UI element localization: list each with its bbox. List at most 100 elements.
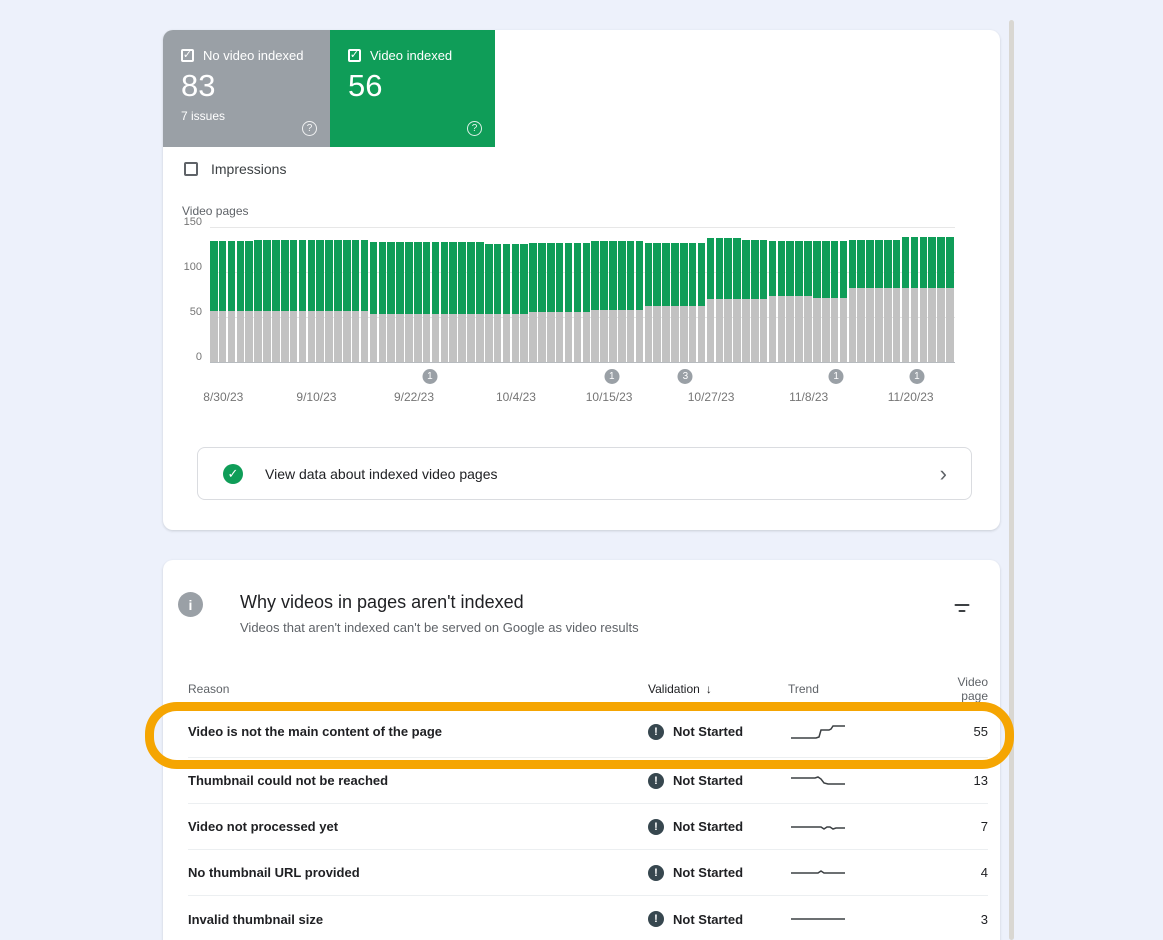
column-header-video-pages[interactable]: Video page [951, 675, 988, 703]
stacked-bar [645, 243, 653, 362]
stacked-bar [405, 242, 413, 362]
scrollbar-thumb[interactable] [1009, 20, 1014, 940]
stacked-bar [458, 242, 466, 362]
stacked-bar [902, 237, 910, 362]
stacked-bar [503, 244, 511, 362]
y-axis-tick-label: 50 [164, 306, 202, 318]
table-row[interactable]: No thumbnail URL provided ! Not Started … [188, 850, 988, 896]
column-header-trend[interactable]: Trend [788, 682, 951, 696]
stacked-bar [813, 241, 821, 362]
stacked-bar [795, 241, 803, 362]
chart-event-badge[interactable]: 1 [829, 369, 844, 384]
stacked-bar [680, 243, 688, 362]
view-data-button[interactable]: ✓ View data about indexed video pages › [197, 447, 972, 500]
stacked-bar [476, 242, 484, 362]
stacked-bar [316, 240, 324, 362]
stacked-bar [733, 238, 741, 362]
chart-event-badge[interactable]: 1 [422, 369, 437, 384]
validation-status: Not Started [673, 819, 743, 834]
trend-sparkline [788, 909, 848, 929]
stacked-bar [875, 240, 883, 362]
chart-plot-area[interactable]: 050100150 [210, 228, 955, 363]
not-indexed-checkbox[interactable]: ✓ [181, 49, 194, 62]
impressions-checkbox[interactable] [184, 162, 198, 176]
chart-event-badge[interactable]: 1 [604, 369, 619, 384]
indexed-checkbox[interactable]: ✓ [348, 49, 361, 62]
y-axis-tick-label: 0 [164, 351, 202, 363]
stacked-bar [716, 238, 724, 362]
trend-sparkline [788, 817, 848, 837]
trend-cell [788, 909, 951, 929]
column-header-validation[interactable]: Validation ↓ [648, 682, 788, 696]
impressions-toggle[interactable]: Impressions [184, 161, 286, 177]
sort-descending-icon: ↓ [706, 682, 712, 696]
not-indexed-tile[interactable]: ✓ No video indexed 83 7 issues ? [163, 30, 330, 147]
video-pages-count: 13 [951, 773, 988, 788]
x-axis-tick-label: 8/30/23 [203, 390, 243, 404]
chart-event-badge[interactable]: 1 [909, 369, 924, 384]
validation-cell: ! Not Started [648, 911, 788, 927]
stacked-bar [387, 242, 395, 362]
table-row[interactable]: Video is not the main content of the pag… [188, 706, 988, 758]
table-row[interactable]: Invalid thumbnail size ! Not Started 3 [188, 896, 988, 940]
stacked-bar [237, 241, 245, 362]
stacked-bar [884, 240, 892, 362]
stacked-bar [432, 242, 440, 362]
stacked-bar [689, 243, 697, 362]
x-axis-tick-label: 9/10/23 [296, 390, 336, 404]
stacked-bar [334, 240, 342, 362]
video-pages-count: 7 [951, 819, 988, 834]
stacked-bar [254, 240, 262, 362]
stacked-bar [290, 240, 298, 362]
filter-icon[interactable] [954, 603, 970, 615]
checkbox-check-icon: ✓ [350, 50, 359, 61]
video-pages-count: 4 [951, 865, 988, 880]
trend-cell [788, 863, 951, 883]
trend-cell [788, 771, 951, 791]
not-indexed-label: No video indexed [203, 48, 303, 63]
stacked-bar [245, 241, 253, 362]
reason-cell: Thumbnail could not be reached [188, 773, 648, 788]
x-axis-tick-label: 10/27/23 [688, 390, 735, 404]
stacked-bar [742, 240, 750, 362]
stacked-bar [849, 240, 857, 362]
stacked-bar [866, 240, 874, 362]
stacked-bar [822, 241, 830, 362]
not-started-icon: ! [648, 819, 664, 835]
stacked-bar [396, 242, 404, 362]
stacked-bar [928, 237, 936, 362]
validation-cell: ! Not Started [648, 773, 788, 789]
column-header-reason[interactable]: Reason [188, 682, 648, 696]
not-started-icon: ! [648, 773, 664, 789]
validation-status: Not Started [673, 724, 743, 739]
x-axis-tick-label: 11/8/23 [789, 390, 828, 404]
panel-subtitle: Videos that aren't indexed can't be serv… [240, 620, 639, 635]
chart-event-badge[interactable]: 3 [678, 369, 693, 384]
stacked-bar [707, 238, 715, 362]
not-started-icon: ! [648, 865, 664, 881]
stacked-bar [946, 237, 954, 362]
stacked-bar [308, 240, 316, 362]
stacked-bar [281, 240, 289, 362]
view-data-label: View data about indexed video pages [265, 466, 497, 482]
stacked-bar [556, 243, 564, 362]
indexed-tile[interactable]: ✓ Video indexed 56 ? [330, 30, 495, 147]
stacked-bar [857, 240, 865, 362]
stacked-bar [441, 242, 449, 362]
x-axis-tick-label: 10/4/23 [496, 390, 536, 404]
video-pages-count: 55 [951, 724, 988, 739]
stacked-bar [370, 242, 378, 362]
stacked-bar [609, 241, 617, 362]
stacked-bar [724, 238, 732, 362]
table-row[interactable]: Video not processed yet ! Not Started 7 [188, 804, 988, 850]
not-started-icon: ! [648, 724, 664, 740]
help-icon[interactable]: ? [302, 121, 317, 136]
table-header: Reason Validation ↓ Trend Video page [188, 672, 988, 706]
help-icon[interactable]: ? [467, 121, 482, 136]
x-axis-ticks: 8/30/239/10/239/22/2310/4/2310/15/2310/2… [210, 390, 955, 406]
reason-cell: No thumbnail URL provided [188, 865, 648, 880]
gridline [210, 227, 955, 228]
chevron-right-icon: › [940, 463, 947, 485]
table-row[interactable]: Thumbnail could not be reached ! Not Sta… [188, 758, 988, 804]
stacked-bar [600, 241, 608, 362]
